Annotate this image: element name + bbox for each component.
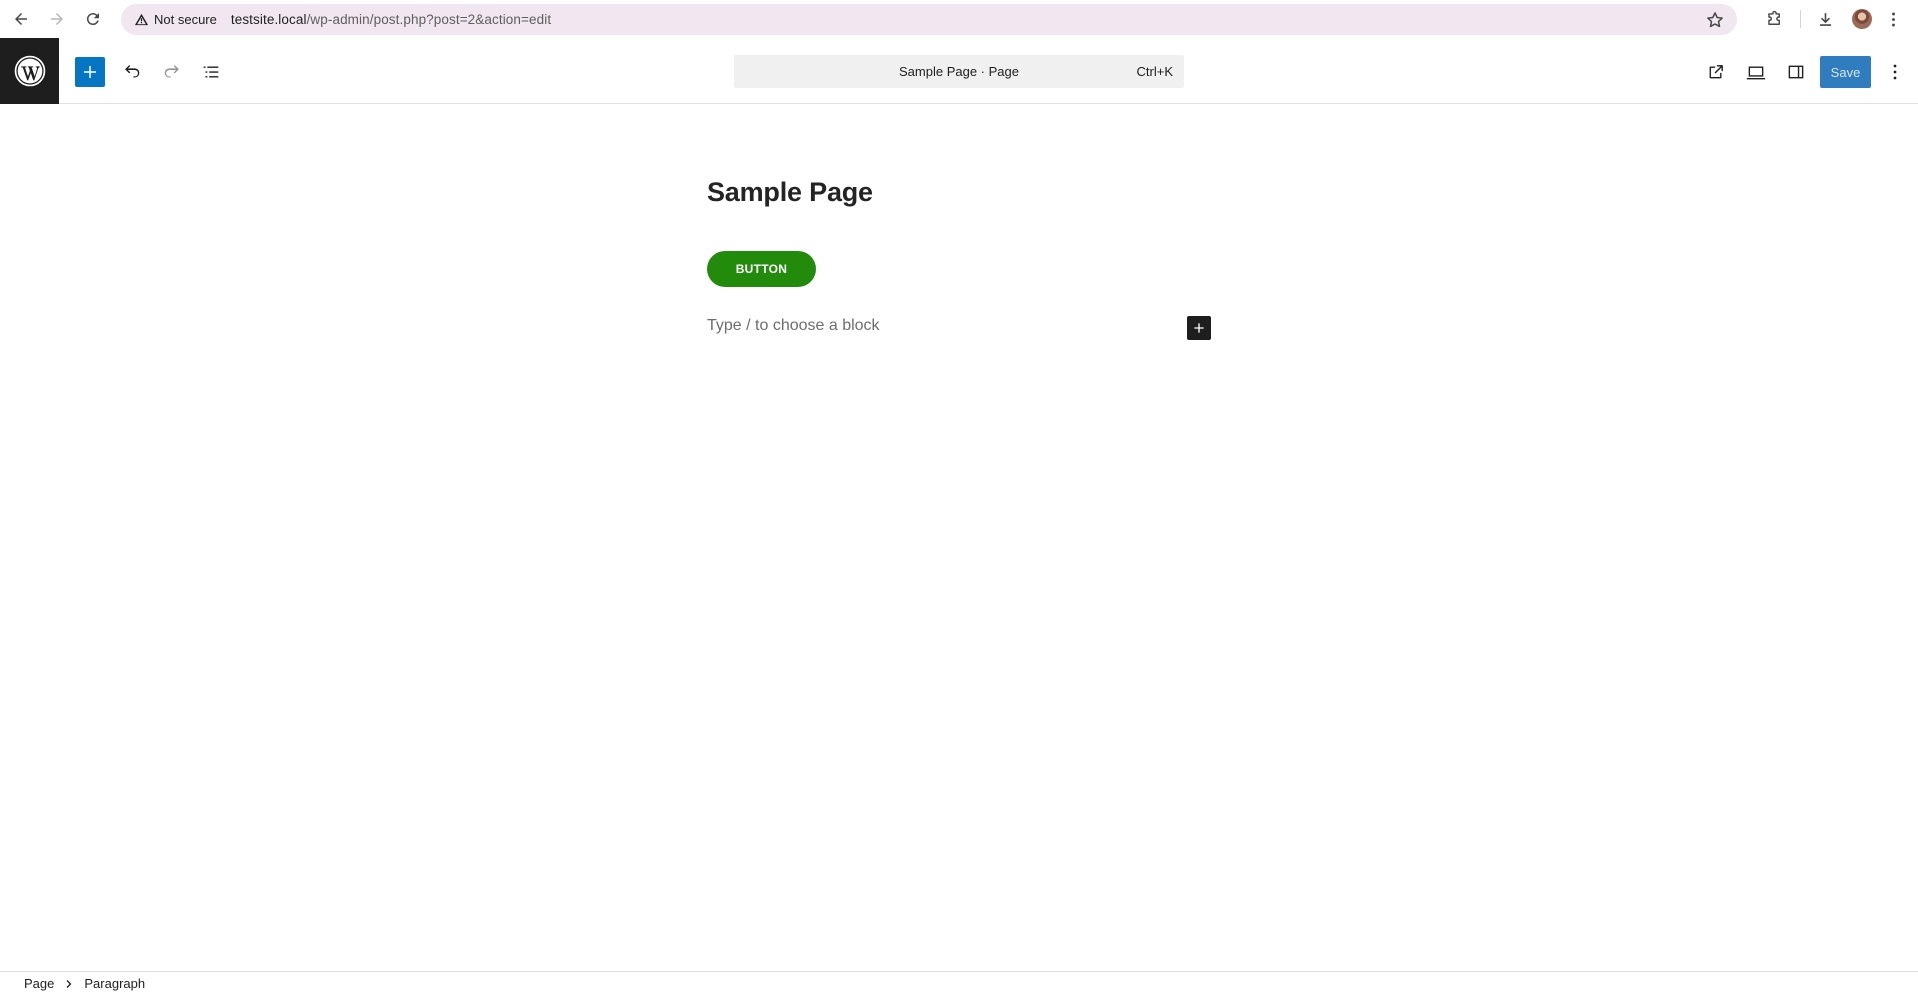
paragraph-placeholder[interactable]: Type / to choose a block	[707, 317, 880, 335]
extensions-icon[interactable]	[1759, 4, 1789, 34]
browser-menu-icon[interactable]	[1881, 4, 1905, 34]
block-inserter-toggle[interactable]	[75, 57, 105, 87]
button-block[interactable]: BUTTON	[707, 251, 816, 287]
post-title[interactable]: Sample Page	[707, 177, 873, 208]
reload-icon[interactable]	[78, 4, 108, 34]
warning-icon	[134, 13, 149, 26]
address-bar[interactable]: Not secure testsite.local/wp-admin/post.…	[121, 4, 1737, 35]
editor-canvas[interactable]: Sample Page BUTTON Type / to choose a bl…	[0, 105, 1918, 971]
view-page-external-icon[interactable]	[1699, 55, 1733, 89]
toolbar-divider	[1800, 10, 1801, 28]
add-block-button[interactable]	[1187, 316, 1211, 340]
back-icon[interactable]	[6, 4, 36, 34]
editor-header: Sample Page · Page Ctrl+K Save	[0, 38, 1918, 104]
preview-device-icon[interactable]	[1739, 55, 1773, 89]
settings-sidebar-icon[interactable]	[1779, 55, 1813, 89]
download-icon[interactable]	[1810, 4, 1840, 34]
security-label: Not secure	[154, 12, 217, 27]
chevron-right-icon	[64, 979, 74, 989]
url-text: testsite.local/wp-admin/post.php?post=2&…	[230, 12, 552, 27]
redo-icon[interactable]	[155, 55, 189, 89]
command-palette-bar[interactable]: Sample Page · Page Ctrl+K	[734, 55, 1184, 88]
wordpress-logo-icon[interactable]	[0, 38, 59, 104]
plus-icon	[84, 66, 96, 78]
plus-icon	[1194, 323, 1204, 333]
breadcrumb-item-page[interactable]: Page	[24, 976, 54, 991]
document-overview-icon[interactable]	[194, 55, 228, 89]
security-chip[interactable]: Not secure	[128, 8, 223, 31]
document-title: Sample Page · Page	[899, 64, 1019, 79]
browser-toolbar: Not secure testsite.local/wp-admin/post.…	[0, 0, 1918, 38]
block-breadcrumb: Page Paragraph	[0, 971, 1918, 995]
breadcrumb-item-paragraph[interactable]: Paragraph	[84, 976, 145, 991]
command-shortcut-hint: Ctrl+K	[1136, 64, 1173, 79]
undo-icon[interactable]	[115, 55, 149, 89]
options-menu-icon[interactable]	[1878, 55, 1912, 89]
bookmark-star-icon[interactable]	[1705, 10, 1725, 30]
save-button[interactable]: Save	[1820, 56, 1871, 88]
profile-avatar[interactable]	[1852, 9, 1872, 29]
forward-icon[interactable]	[42, 4, 72, 34]
